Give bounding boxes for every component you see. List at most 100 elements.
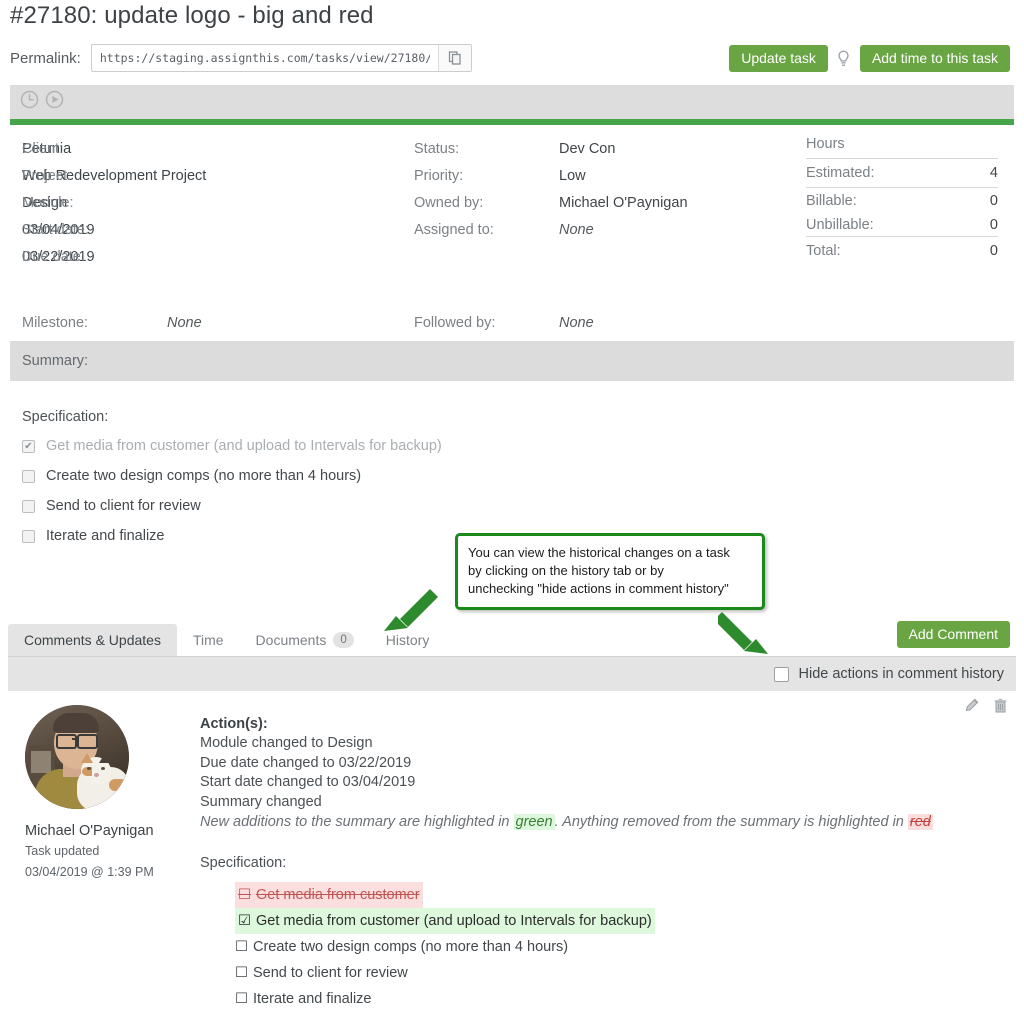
tab-time[interactable]: Time [177,624,240,656]
add-comment-button[interactable]: Add Comment [897,621,1010,648]
detail-row-project: Project: Web Redevelopment Project [22,163,206,190]
diff-legend-red-word: red [908,814,933,830]
detail-row-start-date: Start date: 03/04/2019 [22,217,206,244]
detail-label: Status: [414,136,559,163]
diff-specification-list: ☐Get media from customer ☑Get media from… [235,882,940,1012]
spec-item-label: Send to client for review [46,498,201,514]
checkbox-icon[interactable] [22,500,35,513]
spec-item[interactable]: Create two design comps (no more than 4 … [22,468,442,484]
specification-block: Specification: ✔ Get media from customer… [22,409,442,558]
detail-label: Start date: [22,217,167,244]
documents-count-badge: 0 [333,632,353,648]
detail-row-followed-by: Followed by: None [414,310,594,337]
diff-item-removed: ☐Get media from customer [235,882,423,908]
detail-value: Dev Con [559,136,615,163]
detail-row-priority: Priority: Low [414,163,688,190]
detail-label: Client: [22,136,167,163]
checkbox-icon[interactable] [22,530,35,543]
action-line: Module changed to Design [200,734,940,754]
spec-item-label: Create two design comps (no more than 4 … [46,468,361,484]
comment-author-column: Michael O'Paynigan Task updated 03/04/20… [25,705,185,881]
hours-heading: Hours [806,136,998,159]
comment-action-label: Task updated [25,843,185,860]
callout-line-3: unchecking "hide actions in comment hist… [468,580,752,598]
green-accent-bar [10,119,1014,125]
avatar [25,705,129,809]
detail-label: Due date: [22,244,167,271]
diff-row: ☐Send to client for review [235,960,940,986]
checkbox-icon[interactable] [22,470,35,483]
action-line: Summary changed [200,793,940,813]
hide-actions-bar: Hide actions in comment history [8,657,1016,691]
comment-timestamp: 03/04/2019 @ 1:39 PM [25,864,185,881]
add-time-button[interactable]: Add time to this task [860,45,1010,72]
summary-label: Summary: [22,353,88,369]
play-icon[interactable] [45,90,64,114]
detail-label: Followed by: [414,310,559,337]
trash-icon[interactable] [993,698,1008,718]
update-task-button[interactable]: Update task [729,45,828,72]
add-comment-wrapper: Add Comment [897,621,1010,648]
checkbox-checked-icon[interactable]: ✔ [22,440,35,453]
pencil-icon[interactable] [964,698,979,718]
tab-label: Time [193,632,224,648]
detail-value: None [559,217,594,244]
spec-item-label: Iterate and finalize [46,528,165,544]
summary-bar: Summary: [10,341,1014,381]
permalink-row: Permalink: [10,44,472,72]
diff-item: ☐Iterate and finalize [235,991,372,1007]
permalink-input[interactable] [92,45,438,71]
hide-actions-checkbox[interactable] [774,667,789,682]
hours-label: Billable: [806,193,857,209]
hours-label: Total: [806,243,841,259]
hours-row-total: Total: 0 [806,237,998,265]
tab-history[interactable]: History [370,624,446,656]
checkbox-glyph-icon: ☐ [235,965,248,981]
detail-label: Priority: [414,163,559,190]
tab-documents[interactable]: Documents 0 [240,624,370,656]
callout-line-1: You can view the historical changes on a… [468,544,752,562]
detail-value: None [167,310,202,337]
hide-actions-label: Hide actions in comment history [799,666,1005,682]
checkbox-glyph-icon: ☐ [235,939,248,955]
comment-tools [964,698,1008,718]
hours-row-unbillable: Unbillable: 0 [806,212,998,237]
detail-label: Project: [22,163,167,190]
spec-item[interactable]: Iterate and finalize [22,528,442,544]
hours-value: 0 [990,243,998,259]
spec-item[interactable]: Send to client for review [22,498,442,514]
hours-value: 0 [990,217,998,233]
diff-specification-title: Specification: [200,855,940,871]
detail-row-due-date: Due date: 03/22/2019 [22,244,206,271]
callout-line-2: by clicking on the history tab or by [468,562,752,580]
detail-value: Michael O'Paynigan [559,190,688,217]
tab-comments-and-updates[interactable]: Comments & Updates [8,624,177,656]
detail-label: Assigned to: [414,217,559,244]
diff-item: ☐Send to client for review [235,965,408,981]
permalink-box [91,44,472,72]
detail-label: Milestone: [22,310,167,337]
specification-title: Specification: [22,409,442,425]
copy-icon[interactable] [438,45,471,71]
clock-icon[interactable] [20,90,39,114]
diff-legend: New additions to the summary are highlig… [200,813,940,833]
tab-label: Documents [256,632,327,648]
detail-label: Owned by: [414,190,559,217]
top-actions: Update task Add time to this task [729,45,1010,72]
diff-item-label: Create two design comps (no more than 4 … [253,939,568,955]
page-title: #27180: update logo - big and red [10,2,374,30]
diff-row: ☐ Create two design comps (no more than 4… [235,934,940,960]
detail-row-module: Module: Design [22,190,206,217]
detail-label: Module: [22,190,167,217]
lightbulb-icon[interactable] [836,50,852,68]
details-column-left: Client: Petunia Project: Web Redevelopme… [22,136,206,271]
spec-item[interactable]: ✔ Get media from customer (and upload to… [22,438,442,454]
diff-legend-green-word: green [514,814,555,830]
detail-row-client: Client: Petunia [22,136,206,163]
actions-title: Action(s): [200,716,940,732]
checkbox-glyph-icon: ☐ [235,991,248,1007]
tab-label: Comments & Updates [24,632,161,648]
diff-item-label: Get media from customer [256,887,420,903]
diff-item-label: Get media from customer (and upload to I… [256,913,652,929]
detail-row-milestone: Milestone: None [22,310,202,337]
